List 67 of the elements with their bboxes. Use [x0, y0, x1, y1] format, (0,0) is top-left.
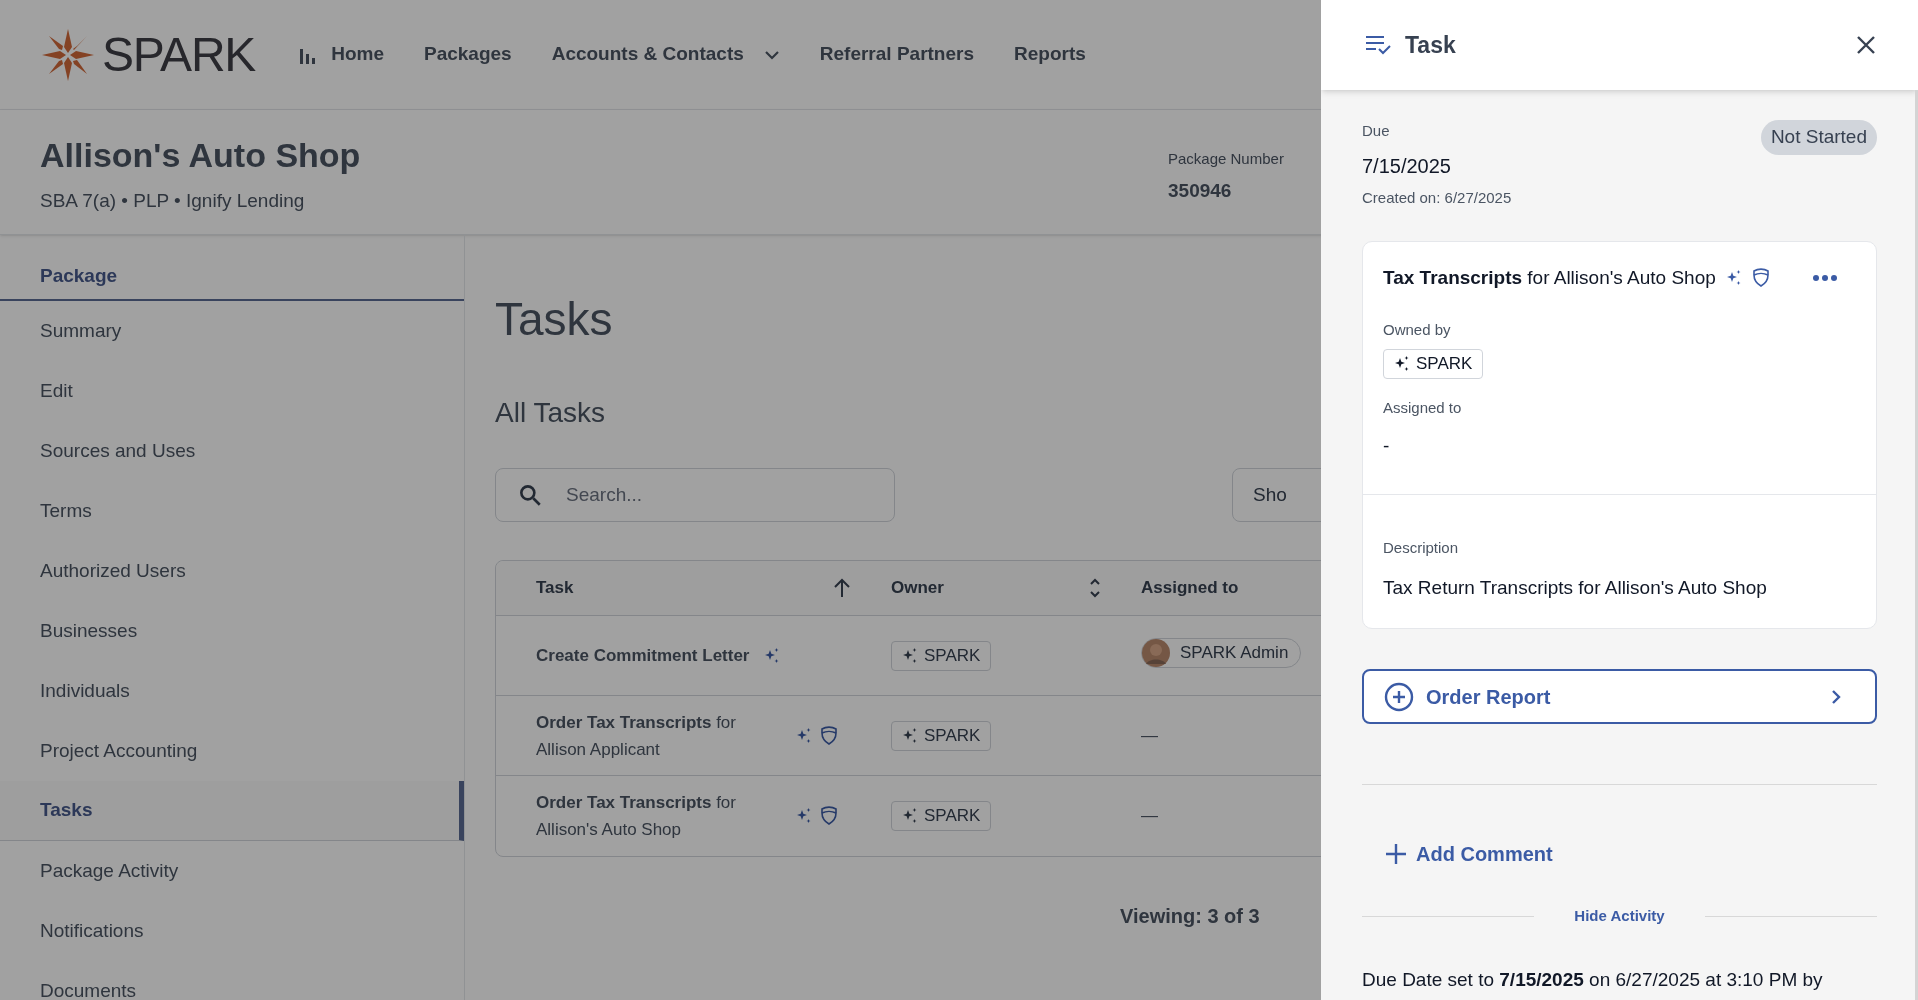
column-header[interactable]: Owner	[891, 575, 944, 601]
sidebar-item[interactable]: Tasks	[0, 781, 464, 841]
package-title: Allison's Auto Shop	[40, 135, 361, 176]
sidebar-item[interactable]: Terms	[0, 481, 464, 541]
status-badge: Not Started	[1760, 120, 1877, 155]
chevron-right-icon	[1831, 688, 1841, 705]
order-report-button[interactable]: Order Report	[1362, 669, 1877, 724]
task-name[interactable]: Order Tax Transcripts for Allison Applicant	[536, 708, 736, 763]
owner-tag: SPARK	[891, 801, 992, 831]
search-field[interactable]: Search...	[495, 468, 895, 522]
avatar-icon	[1142, 638, 1170, 667]
description-label: Description	[1383, 538, 1459, 558]
panel-title: Task	[1405, 30, 1456, 60]
column-header[interactable]: Assigned to	[1141, 575, 1239, 601]
owner-tag: SPARK	[891, 640, 992, 671]
nav-link[interactable]: Referral Partners	[819, 40, 974, 69]
assigned-to-label: Assigned to	[1383, 398, 1462, 418]
package-subtitle: SBA 7(a) • PLP • Ignify Lending	[40, 189, 306, 213]
sidebar-item[interactable]: Summary	[0, 301, 464, 361]
sidebar-item[interactable]: Businesses	[0, 601, 464, 661]
assigned-value: -	[1383, 433, 1390, 458]
sidebar-item[interactable]: Sources and Uses	[0, 421, 464, 481]
add-comment-button[interactable]: Add Comment	[1386, 839, 1553, 869]
sparkle-icon	[1394, 356, 1410, 372]
sidebar-item[interactable]: Authorized Users	[0, 541, 464, 601]
sidebar-heading[interactable]: Package	[40, 261, 118, 291]
search-icon	[517, 482, 543, 508]
nav-link[interactable]: Packages	[423, 40, 512, 69]
task-name[interactable]: Create Commitment Letter	[536, 642, 750, 669]
sparkle-icon	[902, 808, 918, 824]
created-date: Created on: 6/27/2025	[1362, 187, 1512, 208]
page-title: Tasks	[495, 292, 613, 347]
sort-up-icon[interactable]	[833, 578, 851, 598]
assignee-text: —	[1141, 806, 1158, 826]
activity-entry: Due Date set to 7/15/2025 on 6/27/2025 at 3:10 PM by	[1362, 967, 1823, 992]
column-header[interactable]: Task	[536, 575, 574, 601]
due-date: 7/15/2025	[1362, 153, 1452, 179]
sparkle-icon	[902, 727, 918, 744]
package-number-label: Package Number	[1168, 149, 1284, 169]
viewing-count: Viewing: 3 of 3	[1120, 904, 1260, 929]
section-title: All Tasks	[495, 396, 605, 430]
sidebar-item[interactable]: Package Activity	[0, 841, 464, 901]
sparkle-icon	[902, 647, 918, 664]
hide-activity-link[interactable]: Hide Activity	[1534, 905, 1705, 928]
plus-icon	[1386, 844, 1406, 864]
sidebar-item[interactable]: Documents	[0, 961, 464, 1000]
nav-link[interactable]: Home	[299, 40, 384, 69]
more-button[interactable]	[1812, 273, 1838, 284]
brand-name: SPARK	[102, 30, 256, 79]
plus-circle-icon	[1384, 681, 1414, 712]
sidebar-item[interactable]: Edit	[0, 361, 464, 421]
description-text: Tax Return Transcripts for Allison's Auto Shop	[1383, 575, 1767, 600]
owner-tag: SPARK	[891, 720, 992, 751]
sidebar-item[interactable]: Notifications	[0, 901, 464, 961]
sidebar-item[interactable]: Project Accounting	[0, 721, 464, 781]
task-title: Tax Transcripts for Allison's Auto Shop	[1383, 266, 1716, 290]
task-name[interactable]: Order Tax Transcripts for Allison's Auto Shop	[536, 789, 736, 843]
sort-icon[interactable]	[1089, 577, 1101, 599]
assignee-text: —	[1141, 725, 1158, 745]
sidebar-item[interactable]: Individuals	[0, 661, 464, 721]
checklist-icon	[1365, 34, 1391, 56]
owned-by-label: Owned by	[1383, 319, 1451, 340]
package-number: 350946	[1168, 178, 1232, 203]
due-label: Due	[1362, 121, 1391, 141]
nav-link[interactable]: Reports	[1014, 40, 1086, 69]
owner-tag: SPARK	[1383, 349, 1484, 379]
nav-link[interactable]: Accounts & Contacts	[551, 40, 780, 69]
